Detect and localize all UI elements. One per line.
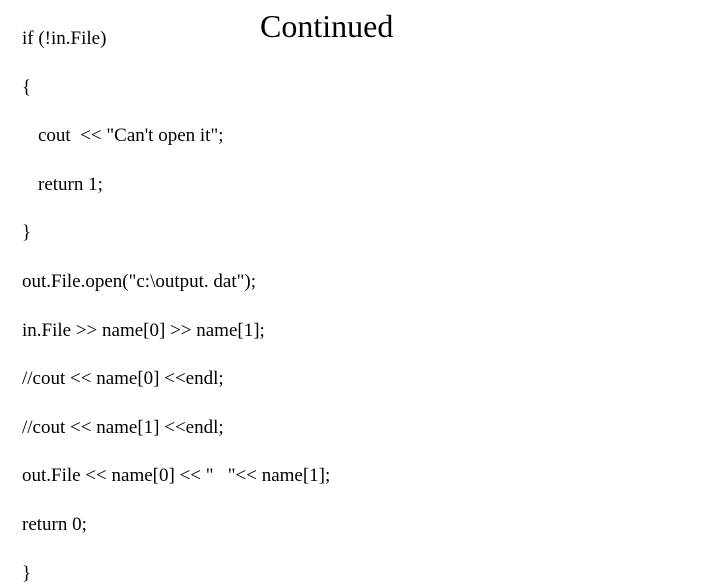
code-line: { <box>22 75 698 102</box>
code-line: } <box>22 561 698 587</box>
code-line: return 0; <box>22 512 698 539</box>
code-line: //cout << name[1] <<endl; <box>22 415 698 442</box>
code-line: in.File >> name[0] >> name[1]; <box>22 318 698 345</box>
page-title: Continued <box>260 8 393 45</box>
code-block: if (!in.File) { cout << "Can't open it";… <box>22 26 698 587</box>
code-line: //cout << name[0] <<endl; <box>22 366 698 393</box>
code-line: out.File.open("c:\output. dat"); <box>22 269 698 296</box>
code-line: out.File << name[0] << " "<< name[1]; <box>22 463 698 490</box>
code-line: cout << "Can't open it"; <box>22 123 698 150</box>
code-line: } <box>22 220 698 247</box>
code-line: return 1; <box>22 172 698 199</box>
